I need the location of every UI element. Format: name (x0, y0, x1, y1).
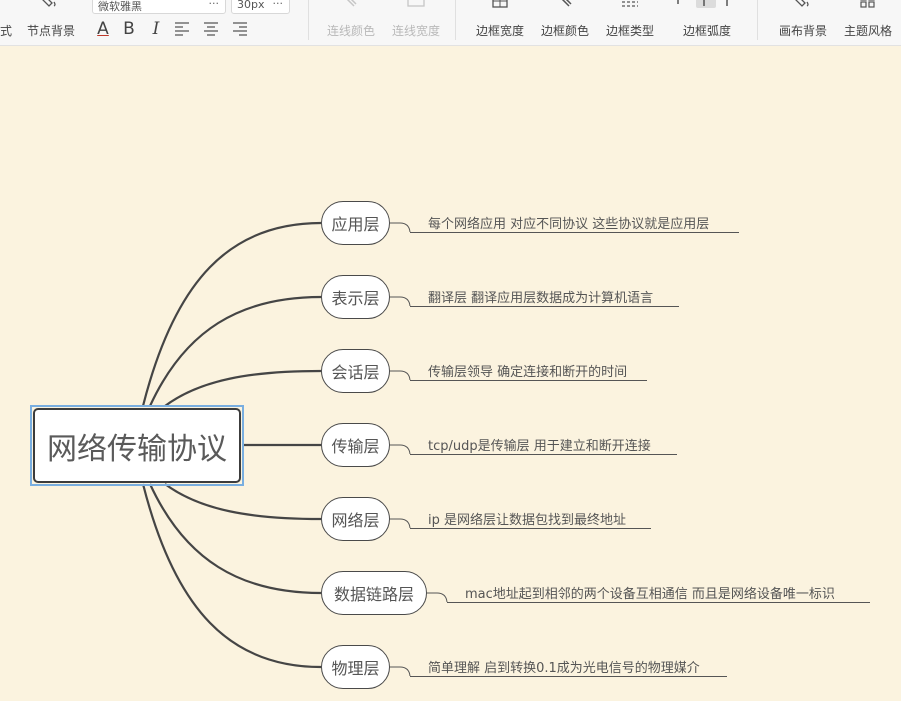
branch-node-session[interactable]: 会话层 (321, 349, 390, 393)
link-root-presentation (149, 295, 322, 407)
branch-node-presentation[interactable]: 表示层 (321, 275, 390, 319)
link-note-network (390, 518, 411, 529)
link-note-datalink (427, 592, 448, 603)
link-note-session (390, 370, 411, 381)
branch-node-network[interactable]: 网络层 (321, 497, 390, 541)
note-session[interactable]: 传输层领导 确定连接和断开的时间 (410, 359, 647, 381)
link-note-presentation (390, 296, 411, 307)
link-root-network (164, 483, 322, 521)
note-transport[interactable]: tcp/udp是传输层 用于建立和断开连接 (410, 433, 677, 455)
branch-node-physical[interactable]: 物理层 (321, 645, 390, 689)
note-physical[interactable]: 简单理解 启到转换0.1成为光电信号的物理媒介 (410, 655, 727, 677)
root-node-selection[interactable]: 网络传输协议 (30, 405, 244, 486)
branch-node-datalink[interactable]: 数据链路层 (321, 571, 427, 615)
link-root-session (164, 369, 322, 407)
link-note-transport (390, 444, 411, 455)
link-note-app (390, 222, 411, 233)
note-network[interactable]: ip 是网络层让数据包找到最终地址 (410, 507, 651, 529)
branch-node-transport[interactable]: 传输层 (321, 423, 390, 467)
link-root-datalink (149, 483, 322, 595)
link-note-physical (390, 666, 411, 677)
note-application[interactable]: 每个网络应用 对应不同协议 这些协议就是应用层 (410, 211, 739, 233)
root-node[interactable]: 网络传输协议 (33, 408, 241, 483)
branch-node-application[interactable]: 应用层 (321, 201, 390, 245)
note-datalink[interactable]: mac地址起到相邻的两个设备互相通信 而且是网络设备唯一标识 (447, 581, 870, 603)
note-presentation[interactable]: 翻译层 翻译应用层数据成为计算机语言 (410, 285, 679, 307)
